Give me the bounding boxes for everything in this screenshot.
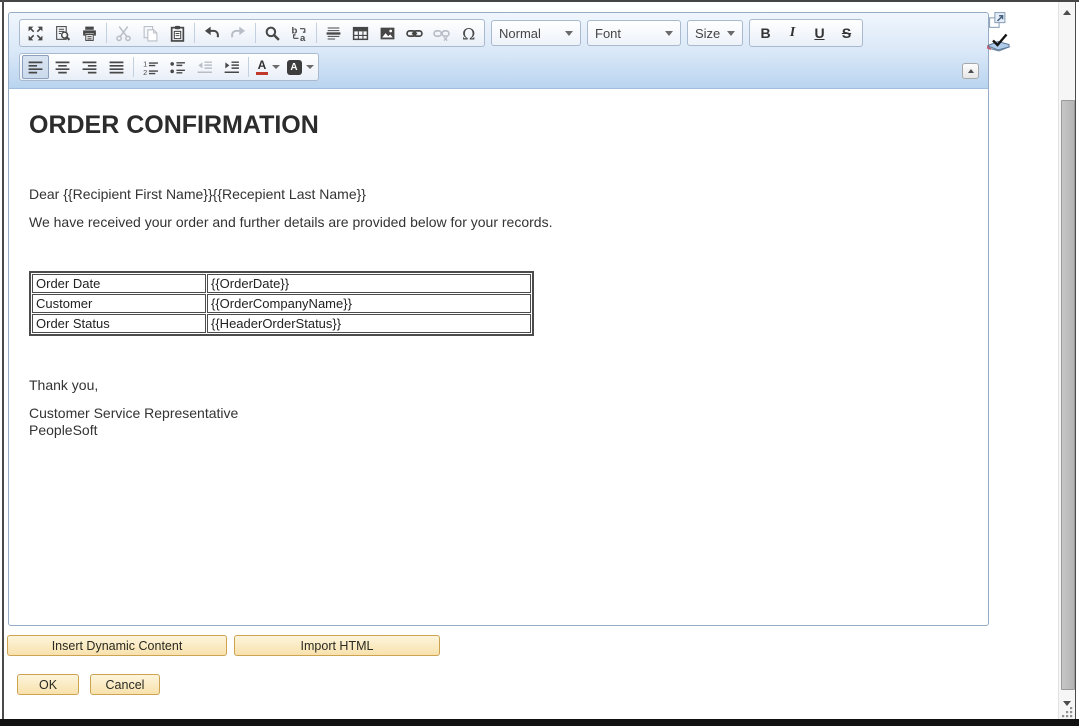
preview-icon[interactable]	[49, 21, 76, 45]
svg-text:Ω: Ω	[462, 25, 475, 42]
resize-grip[interactable]	[1060, 705, 1074, 719]
bulleted-list-icon[interactable]	[164, 55, 191, 79]
numbered-list-icon[interactable]: 12	[137, 55, 164, 79]
toolbar-separator	[255, 23, 256, 43]
special-character-icon[interactable]: Ω	[455, 21, 482, 45]
unlink-icon	[428, 21, 455, 45]
svg-text:2: 2	[143, 67, 147, 75]
ok-label: OK	[39, 678, 57, 692]
order-field-label: Order Status	[32, 314, 206, 333]
horizontal-rule-icon[interactable]	[320, 21, 347, 45]
import-html-button[interactable]: Import HTML	[234, 635, 440, 656]
toolbar-group-text-style: B I U S	[749, 19, 863, 47]
toolbar-row-1: ba Ω Normal Font Size B I U S	[19, 18, 863, 48]
toolbar-separator	[316, 23, 317, 43]
chevron-down-icon	[565, 31, 573, 36]
toolbar-separator	[106, 23, 107, 43]
toolbar-separator	[248, 57, 249, 77]
paragraph-format-label: Normal	[499, 26, 559, 41]
scroll-up-button[interactable]	[1059, 4, 1075, 20]
strikethrough-icon[interactable]: S	[833, 21, 860, 45]
align-left-icon[interactable]	[22, 55, 49, 79]
insert-dynamic-content-button[interactable]: Insert Dynamic Content	[7, 635, 227, 656]
signature-role: Customer Service Representative	[29, 405, 238, 421]
spell-check-button[interactable]	[984, 29, 1012, 55]
bold-icon[interactable]: B	[752, 21, 779, 45]
order-details-table: Order Date{{OrderDate}}Customer{{OrderCo…	[29, 271, 534, 336]
window-border-bottom	[0, 719, 1079, 726]
editor-toolbar: ba Ω Normal Font Size B I U S	[9, 13, 988, 89]
ok-button[interactable]: OK	[17, 674, 79, 695]
toolbar-row-2: 12 AA	[19, 52, 319, 82]
editor-canvas[interactable]: ORDER CONFIRMATION Dear {{Recipient Firs…	[9, 89, 988, 625]
spell-check-icon	[984, 29, 1012, 55]
toolbar-separator	[133, 57, 134, 77]
greeting-paragraph: Dear {{Recipient First Name}}{{Recepient…	[29, 186, 968, 203]
copy-icon	[137, 21, 164, 45]
font-name-select[interactable]: Font	[587, 20, 681, 46]
scroll-up-icon	[1063, 10, 1071, 15]
print-icon[interactable]	[76, 21, 103, 45]
find-icon[interactable]	[259, 21, 286, 45]
table-row: Order Status{{HeaderOrderStatus}}	[32, 314, 531, 333]
svg-text:a: a	[300, 32, 306, 41]
chevron-up-icon	[968, 69, 974, 73]
table-row: Order Date{{OrderDate}}	[32, 274, 531, 293]
insert-dynamic-content-label: Insert Dynamic Content	[52, 639, 183, 653]
toolbar-group-paragraph: 12 AA	[19, 53, 319, 81]
underline-icon[interactable]: U	[806, 21, 833, 45]
scrollbar-thumb[interactable]	[1061, 100, 1075, 690]
closing-paragraph: Thank you,	[29, 377, 968, 394]
insert-table-icon[interactable]	[347, 21, 374, 45]
toolbar-group-main: ba Ω	[19, 19, 485, 47]
align-center-icon[interactable]	[49, 55, 76, 79]
resize-grip-icon	[1060, 705, 1074, 719]
signature-paragraph: Customer Service Representative PeopleSo…	[29, 405, 968, 439]
order-field-label: Order Date	[32, 274, 206, 293]
document-heading: ORDER CONFIRMATION	[29, 111, 968, 140]
new-window-icon	[988, 11, 1007, 30]
background-color-icon[interactable]: A	[284, 55, 316, 79]
maximize-icon[interactable]	[22, 21, 49, 45]
paragraph-format-select[interactable]: Normal	[491, 20, 581, 46]
collapse-toolbar-button[interactable]	[962, 63, 979, 79]
redo-icon	[225, 21, 252, 45]
import-html-label: Import HTML	[301, 639, 374, 653]
decrease-indent-icon	[191, 55, 218, 79]
vertical-scrollbar[interactable]	[1058, 2, 1075, 719]
order-field-label: Customer	[32, 294, 206, 313]
paste-icon[interactable]	[164, 21, 191, 45]
signature-company: PeopleSoft	[29, 422, 98, 438]
chevron-down-icon	[665, 31, 673, 36]
cut-icon	[110, 21, 137, 45]
open-new-window-button[interactable]	[988, 11, 1007, 29]
window-border-top	[0, 0, 1079, 2]
insert-image-icon[interactable]	[374, 21, 401, 45]
increase-indent-icon[interactable]	[218, 55, 245, 79]
window-border-left	[2, 0, 4, 719]
order-field-token: {{OrderDate}}	[207, 274, 531, 293]
font-name-label: Font	[595, 26, 659, 41]
replace-icon[interactable]: ba	[286, 21, 313, 45]
table-row: Customer{{OrderCompanyName}}	[32, 294, 531, 313]
editor-window: ba Ω Normal Font Size B I U S	[0, 0, 1079, 726]
align-justify-icon[interactable]	[103, 55, 130, 79]
undo-icon[interactable]	[198, 21, 225, 45]
order-field-token: {{HeaderOrderStatus}}	[207, 314, 531, 333]
font-size-label: Size	[695, 26, 721, 41]
order-field-token: {{OrderCompanyName}}	[207, 294, 531, 313]
rich-text-editor: ba Ω Normal Font Size B I U S	[8, 12, 989, 626]
cancel-label: Cancel	[106, 678, 145, 692]
intro-paragraph: We have received your order and further …	[29, 214, 968, 231]
chevron-down-icon	[727, 31, 735, 36]
italic-icon[interactable]: I	[779, 21, 806, 45]
toolbar-separator	[194, 23, 195, 43]
link-icon[interactable]	[401, 21, 428, 45]
cancel-button[interactable]: Cancel	[90, 674, 160, 695]
font-size-select[interactable]: Size	[687, 20, 743, 46]
align-right-icon[interactable]	[76, 55, 103, 79]
text-color-icon[interactable]: A	[252, 55, 284, 79]
